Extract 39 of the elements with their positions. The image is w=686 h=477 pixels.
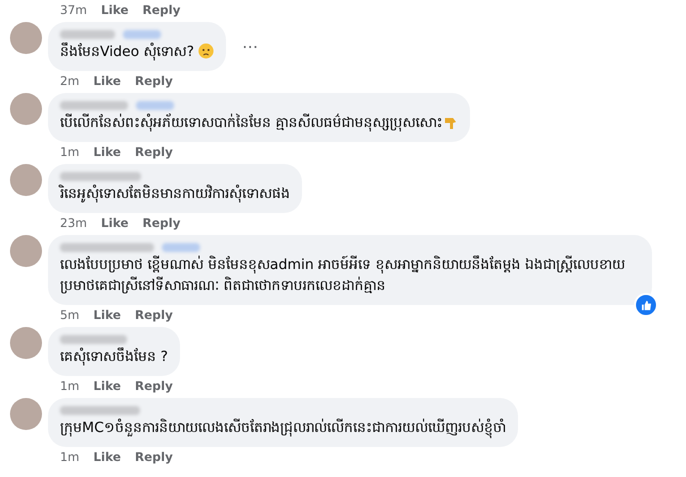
avatar[interactable] [10, 164, 42, 196]
reply-link[interactable]: Reply [134, 308, 173, 322]
reply-link[interactable]: Reply [134, 145, 173, 159]
reply-link[interactable]: Reply [142, 216, 180, 230]
comment-time: 1m [60, 145, 80, 159]
avatar[interactable] [10, 327, 42, 359]
comment-time: 5m [60, 308, 80, 322]
avatar[interactable] [10, 93, 42, 125]
reply-link[interactable]: Reply [134, 450, 173, 464]
comment-time: 1m [60, 379, 80, 393]
blurred-name [60, 100, 128, 110]
like-link[interactable]: Like [93, 450, 121, 464]
blurred-name [60, 30, 115, 38]
like-link[interactable]: Like [100, 216, 129, 230]
sad-face-emoji-icon [198, 43, 214, 59]
comment-text: ក្រុមMC១ចំនួនការនិយាយលេងសើចតែរាងជ្រុលរាល់លើកនេះជាការយល់ឃើញរបស់ខ្ញុំចាំ [60, 418, 506, 439]
avatar[interactable] [10, 398, 42, 430]
comment-text: លេងបែបប្រមាថ ខ្ពើមណាស់ មិនមែនខុសadmin អាចម៍អីទេ ខុសអាម្នាកនិយាយនឹងតែម្តង ឯងជាស្ត្រីលេបខាយប្រមាថគេជាស្រីនៅទីសាធារណៈ ពិតជាថោកទាបរកលេខដាក់គ្មាន [60, 255, 626, 296]
comment-text: គេសុំទោសចឹងមែន ? [60, 347, 168, 368]
avatar[interactable] [10, 22, 42, 54]
comment-text: នឹងមែនVideo សុំទោស? [60, 42, 214, 63]
comment-text: បើលើកនែស់ពះសុំអភ័យទោសបាក់នៃមែន គ្មានសីលធម៌ជាមនុស្សប្រុសសោះ [60, 113, 458, 134]
reply-link[interactable]: Reply [142, 3, 180, 17]
comment-time: 37m [60, 3, 87, 17]
more-options-icon[interactable]: … [242, 33, 258, 52]
comment-time: 1m [60, 450, 80, 464]
thumb-down-emoji-icon [444, 116, 458, 130]
blurred-name [60, 334, 127, 344]
reply-link[interactable]: Reply [134, 74, 173, 88]
avatar[interactable] [10, 235, 42, 267]
comment-time: 23m [60, 216, 87, 230]
like-link[interactable]: Like [93, 379, 121, 393]
like-link[interactable]: Like [93, 145, 121, 159]
like-link[interactable]: Like [93, 74, 121, 88]
comment-text: រិនេអូសុំទោសតែមិនមានកាយវិការសុំទោសផង [60, 184, 290, 204]
like-link[interactable]: Like [93, 308, 121, 322]
reply-link[interactable]: Reply [134, 379, 173, 393]
like-link[interactable]: Like [100, 3, 129, 17]
comment-time: 2m [60, 74, 80, 88]
